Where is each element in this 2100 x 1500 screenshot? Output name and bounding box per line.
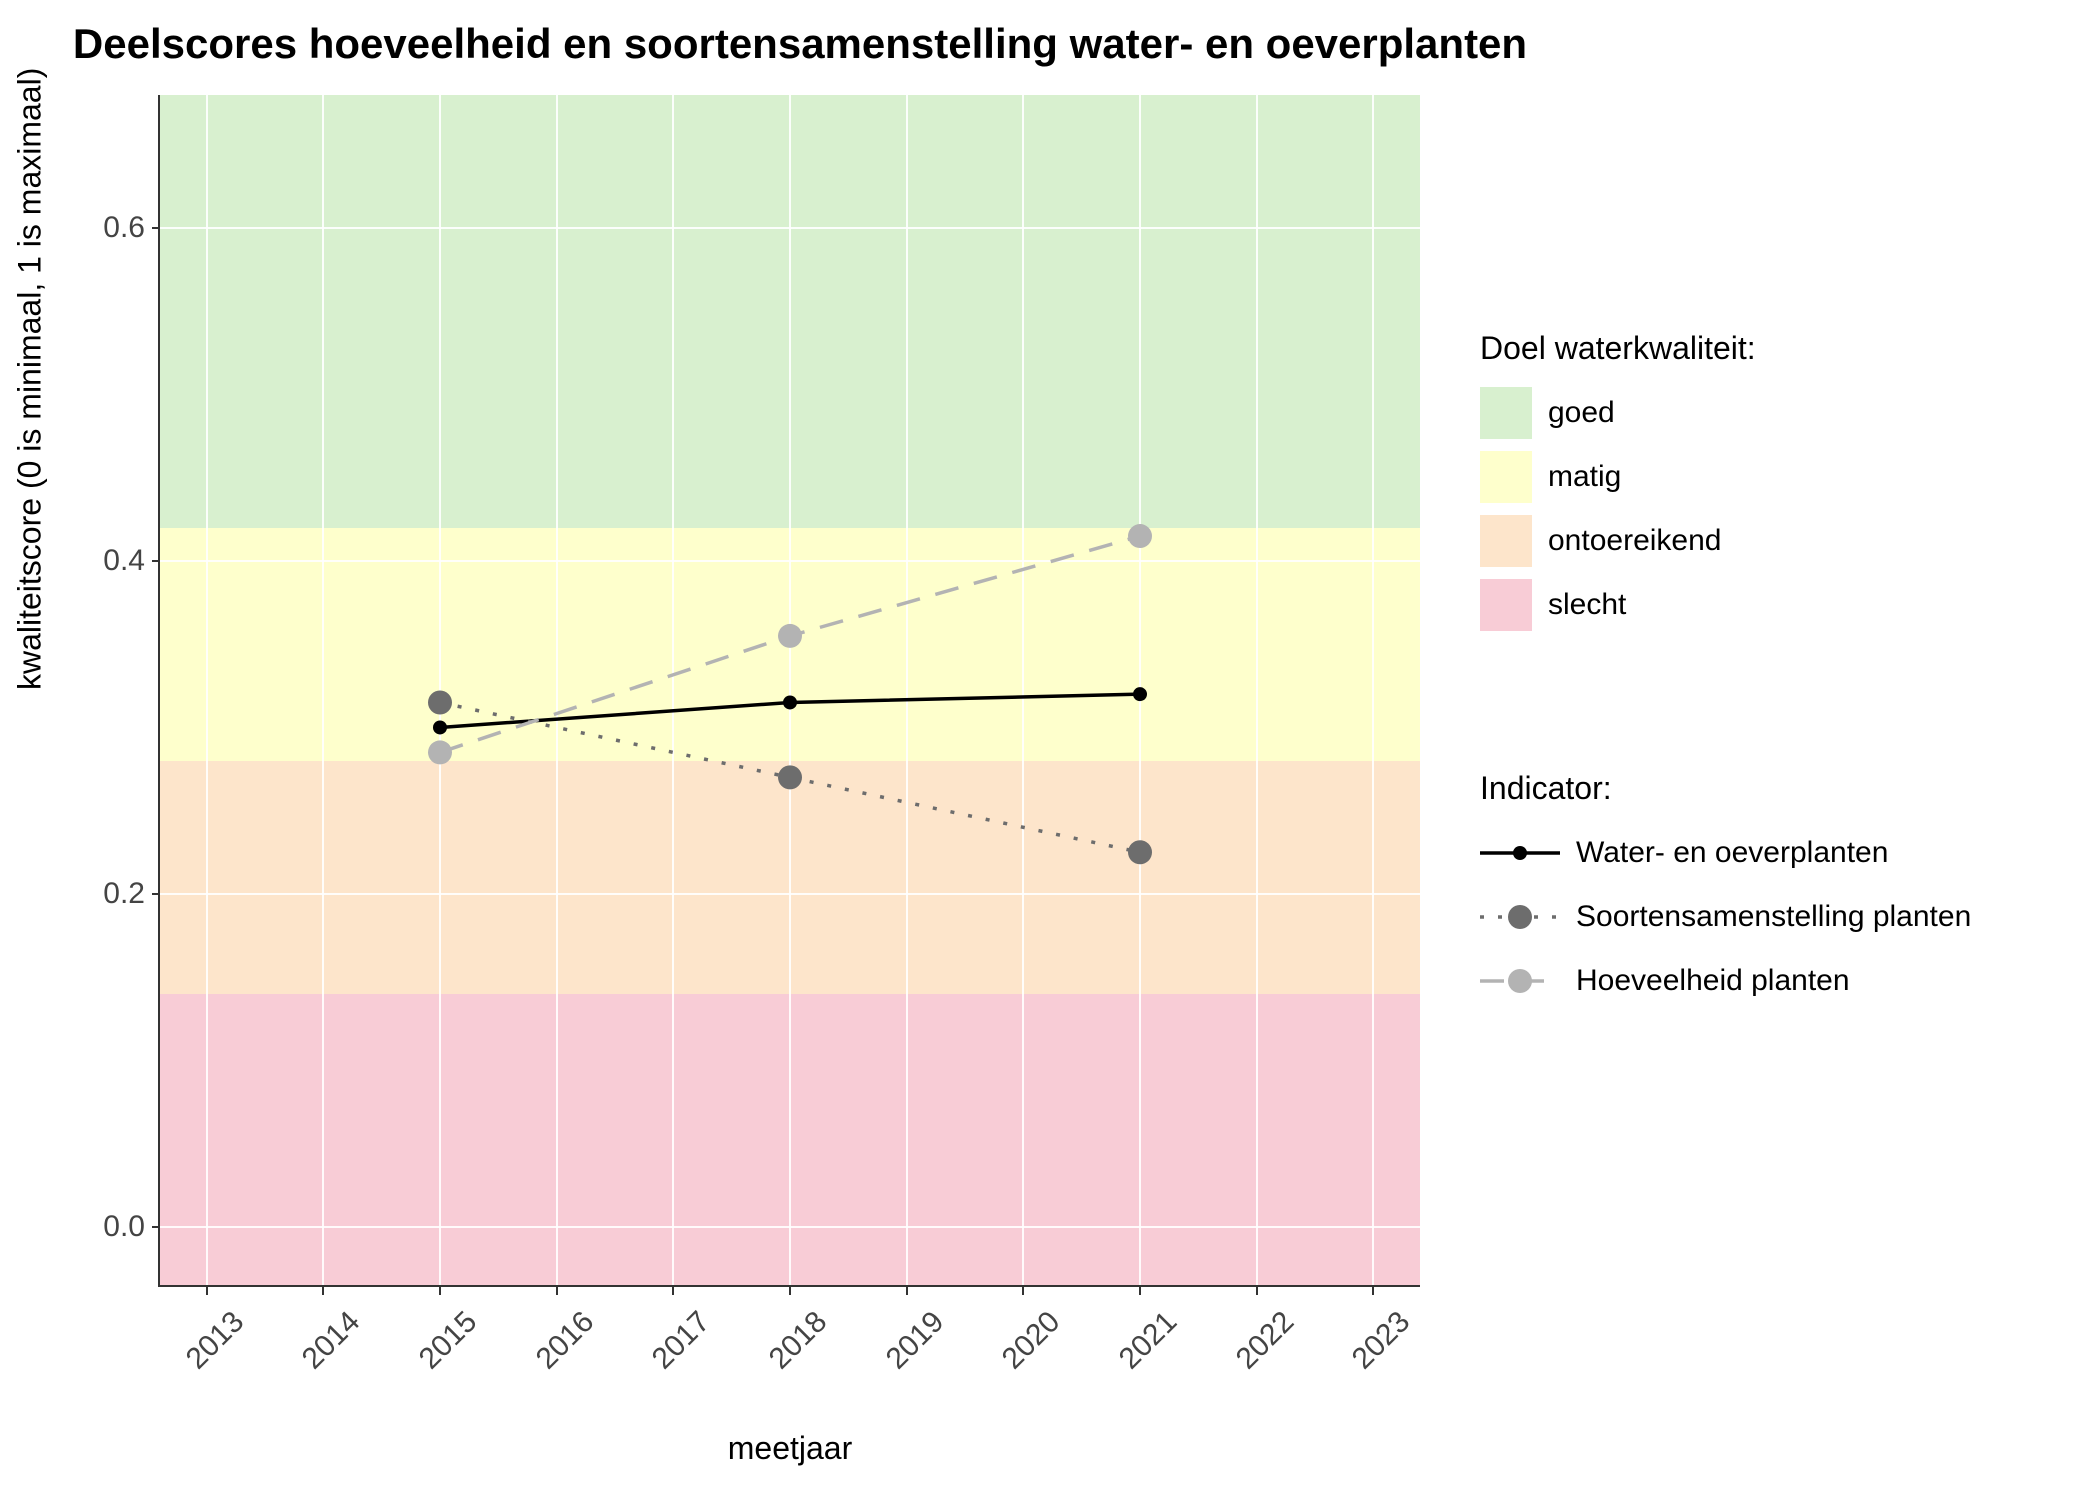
x-tick-label: 2015 — [396, 1305, 484, 1393]
y-tick-label: 0.0 — [85, 1210, 145, 1244]
x-tick-mark — [1372, 1287, 1374, 1295]
x-tick-mark — [1139, 1287, 1141, 1295]
x-tick-mark — [789, 1287, 791, 1295]
legend-quality-title: Doel waterkwaliteit: — [1480, 330, 1756, 367]
legend-quality-item: ontoereikend — [1480, 515, 1756, 567]
legend-swatch — [1480, 515, 1532, 567]
x-tick-mark — [672, 1287, 674, 1295]
legend-indicator-item: Hoeveelheid planten — [1480, 955, 1971, 1007]
legend-label: matig — [1548, 460, 1621, 494]
plot-area — [160, 95, 1420, 1285]
legend-quality-item: slecht — [1480, 579, 1756, 631]
x-tick-mark — [906, 1287, 908, 1295]
legend-indicator-item: Soortensamenstelling planten — [1480, 891, 1971, 943]
legend-label: Hoeveelheid planten — [1576, 964, 1850, 998]
legend-swatch — [1480, 579, 1532, 631]
x-tick-mark — [206, 1287, 208, 1295]
series-point — [778, 765, 802, 789]
series-lines — [160, 95, 1420, 1285]
x-tick-mark — [556, 1287, 558, 1295]
legend-swatch — [1480, 451, 1532, 503]
x-tick-label: 2021 — [1096, 1305, 1184, 1393]
x-tick-label: 2020 — [980, 1305, 1068, 1393]
legend-swatch — [1480, 387, 1532, 439]
x-tick-label: 2013 — [163, 1305, 251, 1393]
legend-label: ontoereikend — [1548, 524, 1721, 558]
x-tick-label: 2019 — [863, 1305, 951, 1393]
x-tick-label: 2014 — [280, 1305, 368, 1393]
legend-label: Water- en oeverplanten — [1576, 836, 1888, 870]
x-tick-label: 2023 — [1330, 1305, 1418, 1393]
legend-indicator-item: Water- en oeverplanten — [1480, 827, 1971, 879]
y-axis-line — [158, 95, 160, 1285]
x-tick-mark — [1022, 1287, 1024, 1295]
legend-label: slecht — [1548, 588, 1626, 622]
series-point — [783, 695, 797, 709]
series-point — [1133, 687, 1147, 701]
legend-quality-item: goed — [1480, 387, 1756, 439]
chart-title: Deelscores hoeveelheid en soortensamenst… — [0, 20, 1600, 68]
series-point — [428, 740, 452, 764]
y-tick-mark — [152, 893, 160, 895]
x-tick-label: 2016 — [513, 1305, 601, 1393]
x-tick-mark — [322, 1287, 324, 1295]
y-tick-label: 0.2 — [85, 877, 145, 911]
series-point — [1128, 524, 1152, 548]
legend-indicator-swatch — [1480, 833, 1560, 873]
legend-indicator-swatch — [1480, 897, 1560, 937]
y-tick-mark — [152, 1226, 160, 1228]
series-point — [1128, 840, 1152, 864]
y-tick-label: 0.4 — [85, 544, 145, 578]
x-axis-label: meetjaar — [160, 1430, 1420, 1467]
y-axis-label: kwaliteitscore (0 is minimaal, 1 is maxi… — [12, 68, 49, 690]
legend-quality: Doel waterkwaliteit: goed matig ontoereike… — [1480, 330, 1756, 643]
x-tick-label: 2022 — [1213, 1305, 1301, 1393]
x-tick-label: 2017 — [630, 1305, 718, 1393]
legend-indicator-swatch — [1480, 961, 1560, 1001]
series-point — [433, 720, 447, 734]
y-tick-mark — [152, 560, 160, 562]
x-tick-label: 2018 — [746, 1305, 834, 1393]
legend-quality-item: matig — [1480, 451, 1756, 503]
legend-label: Soortensamenstelling planten — [1576, 900, 1971, 934]
series-point — [428, 690, 452, 714]
series-point — [778, 624, 802, 648]
x-tick-mark — [439, 1287, 441, 1295]
x-tick-mark — [1256, 1287, 1258, 1295]
y-tick-label: 0.6 — [85, 211, 145, 245]
chart-container: Deelscores hoeveelheid en soortensamenst… — [0, 0, 2100, 1500]
legend-indicator-title: Indicator: — [1480, 770, 1971, 807]
legend-label: goed — [1548, 396, 1615, 430]
y-tick-mark — [152, 227, 160, 229]
legend-indicator: Indicator: Water- en oeverplanten Soorten… — [1480, 770, 1971, 1019]
